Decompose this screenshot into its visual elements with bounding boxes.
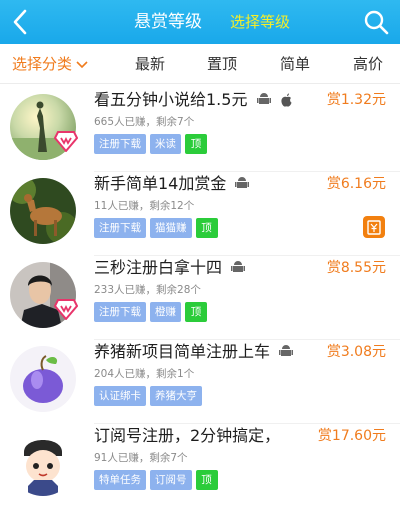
task-row[interactable]: 三秒注册白拿十四 赏8.55元 233人已赚，剩余28个 注册下载 橙赚顶 [0, 256, 400, 340]
filter-bar: 选择分类 最新 置顶 简单 高价 [0, 44, 400, 84]
reward-amount: 赏6.16元 [326, 176, 386, 192]
tag-type: 注册下载 [94, 218, 146, 238]
tag-pinned: 顶 [195, 470, 218, 490]
task-title: 订阅号注册，2分钟搞定， [94, 424, 280, 448]
task-stats: 11人已赚，剩余12个 [94, 200, 195, 212]
select-level-link[interactable]: 选择等级 [222, 10, 298, 34]
task-row[interactable]: 新手简单14加赏金 赏6.16元 11人已赚，剩余12个 注册下载 猫猫赚顶 [0, 172, 400, 256]
task-tags: 注册下载 猫猫赚顶 [94, 218, 222, 238]
reward-amount: 赏1.32元 [326, 92, 386, 108]
android-icon [235, 177, 250, 188]
task-row[interactable]: 订阅号注册，2分钟搞定， 赏17.60元 91人已赚，剩余7个 特单任务 订阅号顶 [0, 424, 400, 508]
tag-app: 橙赚 [150, 302, 181, 322]
tag-app: 养猪大亨 [150, 386, 202, 406]
chevron-down-icon [76, 60, 88, 68]
task-title: 新手简单14加赏金 [94, 172, 250, 196]
sort-simple[interactable]: 简单 [275, 44, 315, 84]
task-stats: 204人已赚，剩余1个 [94, 368, 195, 380]
task-avatar [10, 430, 76, 496]
wallet-icon[interactable] [363, 216, 385, 238]
task-row[interactable]: 养猪新项目简单注册上车 赏3.08元 204人已赚，剩余1个 认证绑卡 养猪大亨 [0, 340, 400, 424]
tag-pinned: 顶 [195, 218, 218, 238]
category-dropdown[interactable]: 选择分类 [12, 44, 88, 84]
task-title-text: 看五分钟小说给1.5元 [94, 90, 248, 109]
task-tags: 注册下载 橙赚顶 [94, 302, 211, 322]
task-title-text: 养猪新项目简单注册上车 [94, 342, 271, 361]
search-icon[interactable] [362, 8, 390, 36]
task-row[interactable]: 看五分钟小说给1.5元 赏1.32元 665人已赚，剩余7个 注册下载 米读顶 [0, 88, 400, 172]
task-stats: 665人已赚，剩余7个 [94, 116, 195, 128]
tag-pinned: 顶 [185, 302, 207, 322]
chevron-left-icon[interactable] [6, 6, 36, 38]
task-title-text: 订阅号注册，2分钟搞定， [94, 426, 281, 445]
task-avatar [10, 346, 76, 412]
hot-badge-icon [54, 299, 78, 320]
task-title-text: 新手简单14加赏金 [94, 174, 227, 193]
apple-icon [281, 93, 292, 107]
app-header: 悬赏等级 选择等级 [0, 0, 400, 44]
reward-amount: 赏8.55元 [326, 260, 386, 276]
task-title: 养猪新项目简单注册上车 [94, 340, 294, 364]
task-stats: 233人已赚，剩余28个 [94, 284, 201, 296]
task-title-text: 三秒注册白拿十四 [94, 258, 223, 277]
reward-amount: 赏3.08元 [322, 340, 386, 364]
tag-pinned: 顶 [185, 134, 207, 154]
task-avatar [10, 178, 76, 244]
tag-type: 注册下载 [94, 302, 146, 322]
tag-type: 注册下载 [94, 134, 146, 154]
task-stats: 91人已赚，剩余7个 [94, 452, 188, 464]
sort-high-price[interactable]: 高价 [348, 44, 388, 84]
category-label: 选择分类 [12, 55, 73, 73]
task-tags: 认证绑卡 养猪大亨 [94, 386, 206, 406]
reward-amount: 赏17.60元 [313, 424, 386, 448]
tag-type: 特单任务 [94, 470, 146, 490]
android-icon [279, 345, 294, 356]
tag-type: 认证绑卡 [94, 386, 146, 406]
tag-app: 米读 [150, 134, 181, 154]
sort-newest[interactable]: 最新 [130, 44, 170, 84]
task-tags: 特单任务 订阅号顶 [94, 470, 222, 490]
android-icon [231, 261, 246, 272]
sort-pinned[interactable]: 置顶 [202, 44, 242, 84]
task-title: 三秒注册白拿十四 [94, 256, 246, 280]
page-title: 悬赏等级 [134, 12, 202, 32]
tag-app: 订阅号 [150, 470, 192, 490]
task-title: 看五分钟小说给1.5元 [94, 88, 293, 112]
tag-app: 猫猫赚 [150, 218, 192, 238]
hot-badge-icon [54, 131, 78, 152]
task-tags: 注册下载 米读顶 [94, 134, 211, 154]
android-icon [256, 93, 271, 104]
